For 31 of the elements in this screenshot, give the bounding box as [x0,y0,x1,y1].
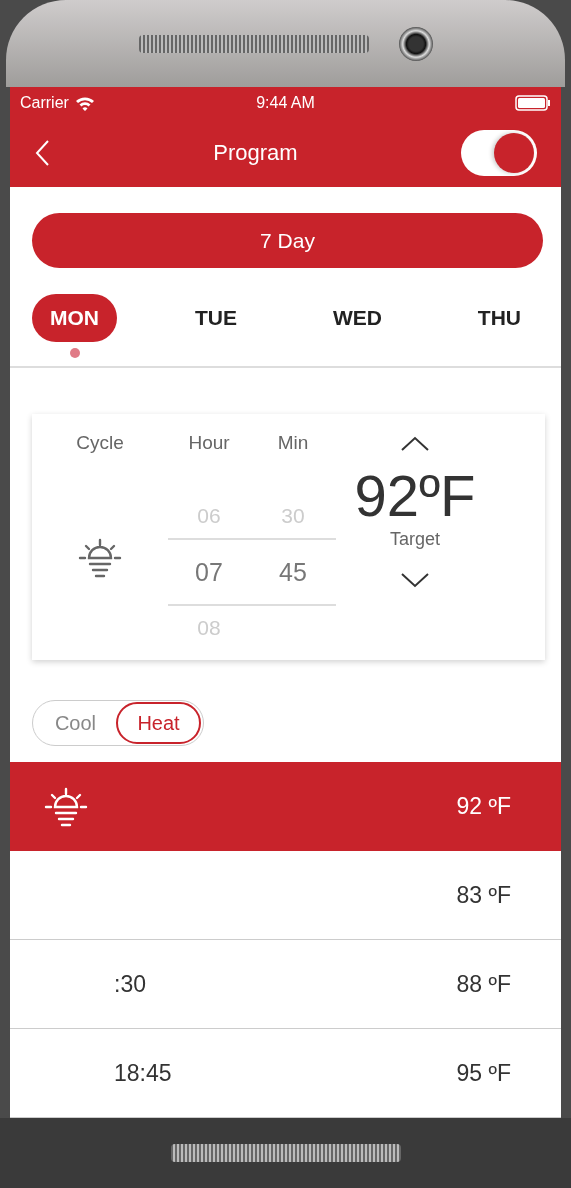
camera-icon [398,26,433,61]
row-temperature: 83 ºF [456,881,511,909]
target-temperature: 92ºF [354,462,476,529]
day-tab[interactable]: MON [32,294,117,342]
hour-value[interactable]: 07 [168,538,250,606]
column-header: Hour [188,432,230,455]
schedule-row[interactable]: 92 ºF [10,762,561,851]
mode-option[interactable]: Heat [116,702,201,744]
row-temperature: 95 ºF [456,1059,511,1087]
battery-icon [515,95,551,111]
status-time: 9:44 AM [256,94,315,112]
sunrise-icon [44,786,88,827]
row-time: :30 [114,970,146,998]
toggle-switch[interactable] [461,130,537,176]
column-header: Cycle [76,432,124,455]
minute-value[interactable]: 45 [250,538,336,606]
row-time: 18:45 [114,1059,172,1087]
target-label: Target [390,529,440,550]
wifi-icon [74,95,95,111]
row-temperature: 92 ºF [456,793,511,820]
day-tab[interactable]: WED [314,294,400,342]
schedule-button[interactable]: 7 Day [32,213,543,268]
column-header: Min [277,432,309,455]
carrier-label: Carrier [20,94,69,112]
indicator-dot [69,348,80,358]
row-temperature: 88 ºF [456,970,511,998]
day-tab[interactable]: THU [459,294,539,342]
back-icon[interactable] [34,139,50,167]
screen-title: Program [212,140,299,166]
sunrise-icon [78,538,122,578]
day-tab[interactable]: TUE [176,294,255,342]
